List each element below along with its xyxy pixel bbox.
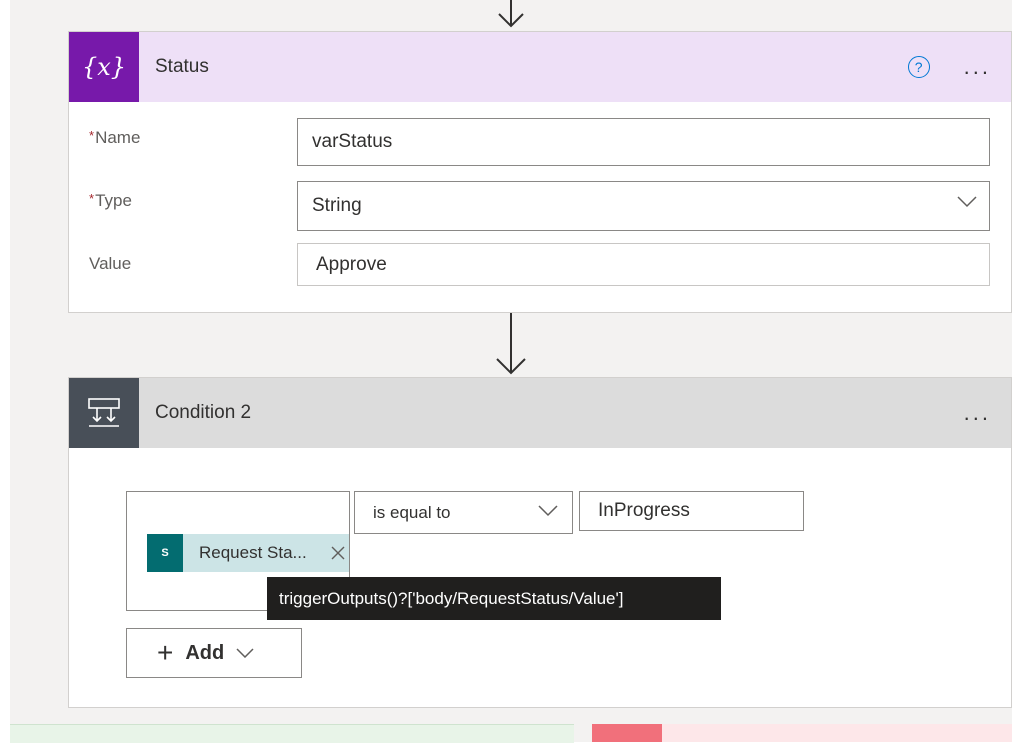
if-no-branch[interactable] — [592, 724, 1012, 742]
more-options-icon[interactable]: ... — [964, 56, 991, 78]
type-label: *Type — [89, 191, 132, 210]
card-title: Condition 2 — [155, 402, 252, 423]
add-button[interactable]: + Add — [126, 628, 302, 678]
plus-icon: + — [157, 637, 174, 668]
required-marker: * — [89, 191, 95, 206]
card-title: Status — [155, 56, 209, 77]
flow-canvas: {x} Status ? ... *Name varStatus *Type S… — [10, 0, 1012, 742]
help-icon[interactable]: ? — [907, 56, 930, 78]
chevron-down-icon — [236, 648, 254, 658]
condition-card: Condition 2 ... S Request Sta... is equa… — [68, 377, 1012, 708]
dynamic-content-token[interactable]: S Request Sta... — [147, 534, 349, 572]
value-label: Value — [89, 254, 132, 273]
token-label: Request Sta... — [199, 543, 307, 562]
initialize-variable-card: {x} Status ? ... *Name varStatus *Type S… — [68, 31, 1012, 313]
more-options-icon[interactable]: ... — [964, 402, 991, 424]
variable-icon: {x} — [69, 32, 139, 102]
status-card-header[interactable]: {x} Status ? ... — [69, 32, 1011, 102]
condition-icon — [69, 378, 139, 448]
chevron-down-icon — [957, 196, 977, 208]
chevron-down-icon — [538, 505, 558, 517]
token-tooltip: triggerOutputs()?['body/RequestStatus/Va… — [267, 577, 721, 620]
connector-arrow-middle — [496, 313, 526, 375]
name-field[interactable]: varStatus — [297, 118, 990, 166]
connector-arrow-top — [498, 0, 524, 28]
type-select[interactable]: String — [297, 181, 990, 231]
if-no-icon — [592, 724, 662, 742]
required-marker: * — [89, 128, 95, 143]
condition-card-header[interactable]: Condition 2 ... — [69, 378, 1011, 448]
right-operand-field[interactable]: InProgress — [579, 491, 804, 531]
name-label: *Name — [89, 128, 141, 147]
if-yes-branch[interactable] — [10, 724, 574, 743]
sharepoint-icon: S — [147, 534, 183, 572]
close-icon[interactable] — [331, 546, 345, 560]
operator-select[interactable]: is equal to — [354, 491, 573, 534]
value-field[interactable]: Approve — [297, 243, 990, 286]
